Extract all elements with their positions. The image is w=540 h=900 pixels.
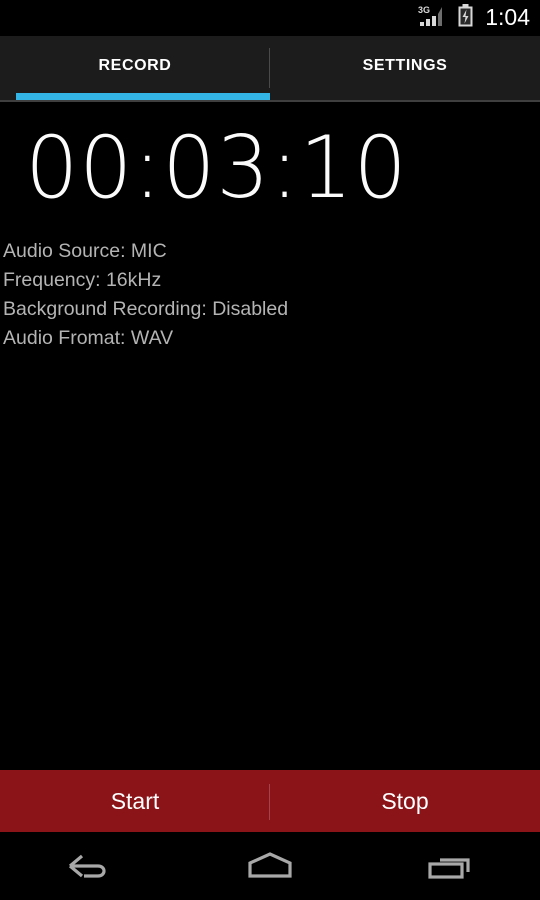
status-bar-clock: 1:04 (485, 3, 530, 30)
action-bar-divider (269, 784, 270, 820)
recording-timer: 00:03:10 (25, 118, 408, 218)
android-navigation-bar (0, 832, 540, 900)
info-audio-source: Audio Source: MIC (3, 240, 167, 262)
tab-settings-label: SETTINGS (362, 57, 448, 74)
stop-button-label: Stop (381, 787, 429, 814)
info-audio-format: Audio Fromat: WAV (3, 327, 174, 349)
start-button-label: Start (110, 787, 160, 814)
home-icon (238, 849, 302, 883)
app-screen: 3G 1:04 RECORD SETTINGS 00:03:10 Audio S… (0, 0, 540, 900)
tab-divider (269, 48, 270, 88)
record-panel: 00:03:10 Audio Source: MIC Frequency: 16… (0, 102, 540, 770)
nav-recents-button[interactable] (360, 832, 540, 900)
recording-info-list: Audio Source: MIC Frequency: 16kHz Backg… (0, 211, 540, 353)
battery-charging-icon (457, 3, 474, 33)
back-arrow-icon (58, 849, 122, 883)
tab-record[interactable]: RECORD (0, 36, 270, 100)
info-frequency: Frequency: 16kHz (3, 269, 162, 291)
tab-record-label: RECORD (98, 57, 172, 74)
tab-selected-indicator (16, 93, 270, 100)
recents-icon (418, 849, 482, 883)
info-background-recording: Background Recording: Disabled (3, 298, 289, 320)
tab-settings[interactable]: SETTINGS (270, 36, 540, 100)
status-bar: 3G 1:04 (0, 0, 540, 36)
nav-back-button[interactable] (0, 832, 180, 900)
status-bar-icons: 3G 1:04 (418, 3, 530, 33)
stop-button[interactable]: Stop (270, 770, 540, 832)
nav-home-button[interactable] (180, 832, 360, 900)
tab-bar: RECORD SETTINGS (0, 36, 540, 102)
svg-text:3G: 3G (418, 5, 430, 15)
action-bar: Start Stop (0, 770, 540, 832)
signal-bars-icon: 3G (418, 5, 448, 32)
start-button[interactable]: Start (0, 770, 270, 832)
